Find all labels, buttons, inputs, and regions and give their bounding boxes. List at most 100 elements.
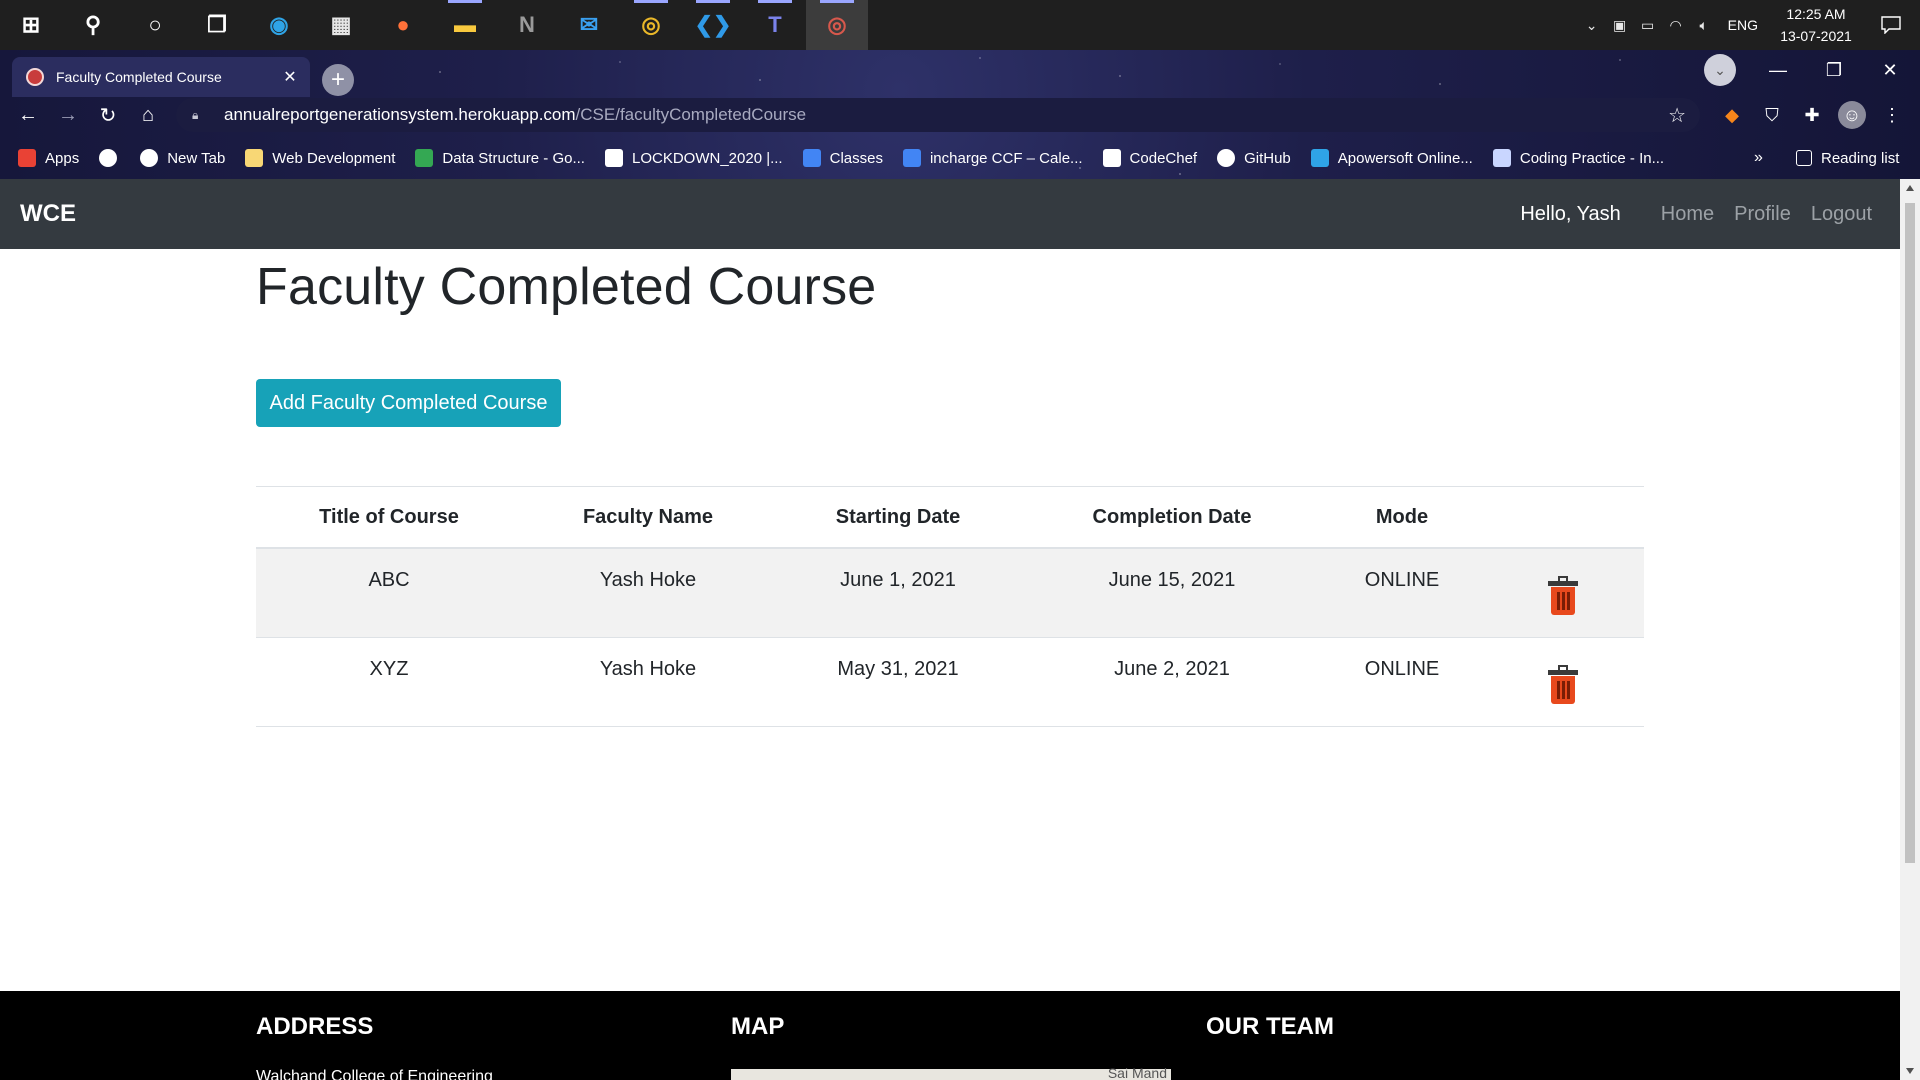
github-icon <box>1217 149 1236 167</box>
lock-icon[interactable]: 🔒︎ <box>192 108 204 122</box>
taskbar-apps: ⊞ ⚲ ○ ❐ ◉ ▦ ● ▬ N ✉ ◎ ❮❯ T ◎ <box>0 0 868 50</box>
wifi-icon[interactable]: ◠ <box>1662 0 1690 50</box>
vscode-icon[interactable]: ❮❯ <box>682 0 744 50</box>
back-icon[interactable]: ← <box>8 95 48 135</box>
browser-toolbar: ← → ↻ ⌂ 🔒︎ annualreportgenerationsystem.… <box>0 95 1920 135</box>
nav-logout-link[interactable]: Logout <box>1811 203 1872 226</box>
start-icon[interactable]: ⊞ <box>0 0 62 50</box>
chrome-icon[interactable]: ◎ <box>620 0 682 50</box>
nav-profile-link[interactable]: Profile <box>1734 203 1791 226</box>
chrome-profile-icon[interactable]: ◎ <box>806 0 868 50</box>
file-explorer-icon[interactable]: ▬ <box>434 0 496 50</box>
notion-icon[interactable]: N <box>496 0 558 50</box>
drive-icon <box>415 149 434 167</box>
bookmark-item[interactable]: Apowersoft Online... <box>1310 149 1473 167</box>
avatar[interactable]: ☺ <box>1838 101 1866 129</box>
reading-list-label: Reading list <box>1821 149 1900 167</box>
bookmark-item[interactable]: GitHub <box>1217 149 1291 167</box>
bookmark-item[interactable]: Apps <box>18 149 79 167</box>
reading-list-button[interactable]: Reading list <box>1796 150 1899 167</box>
restore-icon[interactable]: ❐ <box>1806 50 1862 90</box>
language-indicator[interactable]: ENG <box>1718 17 1770 33</box>
clock[interactable]: 12:25 AM 13-07-2021 <box>1770 3 1862 47</box>
bookmark-item[interactable]: Classes <box>802 149 883 167</box>
classroom-icon <box>802 149 821 167</box>
shield-icon[interactable]: ⛉ <box>1758 101 1786 129</box>
notion-icon-glyph: N <box>519 12 535 37</box>
bookmark-item[interactable]: New Tab <box>140 149 225 167</box>
footer-map-embed[interactable]: Sai Mand <box>731 1065 1171 1080</box>
url-host: annualreportgenerationsystem.herokuapp.c… <box>224 105 576 124</box>
globe-icon <box>99 149 118 167</box>
cortana-icon[interactable]: ○ <box>124 0 186 50</box>
store-icon[interactable]: ▦ <box>310 0 372 50</box>
tab-title: Faculty Completed Course <box>56 69 222 85</box>
footer-map-heading: MAP <box>731 1013 785 1040</box>
notification-icon[interactable] <box>1862 0 1920 50</box>
address-bar[interactable]: 🔒︎ annualreportgenerationsystem.herokuap… <box>176 98 1700 132</box>
delete-trash-icon[interactable] <box>1548 575 1578 615</box>
cell-faculty-name: Yash Hoke <box>599 569 697 591</box>
nav-home-link[interactable]: Home <box>1661 203 1714 226</box>
store-icon-glyph: ▦ <box>330 12 352 37</box>
college-logo-icon <box>26 68 44 86</box>
courses-table: Title of Course Faculty Name Starting Da… <box>256 486 1644 727</box>
forward-icon[interactable]: → <box>48 95 88 135</box>
footer-address-heading: ADDRESS <box>256 1013 374 1040</box>
bookmark-item[interactable] <box>99 149 126 167</box>
browser-chrome: Faculty Completed Course ✕ + ⌄ — ❐ ✕ ← →… <box>0 50 1920 179</box>
bookmark-item[interactable]: incharge CCF – Cale... <box>902 149 1083 167</box>
teams-icon[interactable]: T <box>744 0 806 50</box>
folder-icon <box>245 149 264 167</box>
url-path: /CSE/facultyCompletedCourse <box>575 105 807 124</box>
edge-icon[interactable]: ◉ <box>248 0 310 50</box>
bookmark-item[interactable]: Web Development <box>245 149 395 167</box>
reload-icon[interactable]: ↻ <box>88 95 128 135</box>
bookmark-label: CodeChef <box>1129 149 1198 167</box>
mail-icon[interactable]: ✉ <box>558 0 620 50</box>
menu-kebab-icon[interactable]: ⋮ <box>1878 101 1906 129</box>
scrollbar-thumb[interactable] <box>1905 203 1915 863</box>
delete-trash-icon[interactable] <box>1548 664 1578 704</box>
site-footer: ADDRESS MAP OUR TEAM Walchand College of… <box>0 991 1900 1080</box>
bookmark-item[interactable]: CodeChef <box>1102 149 1198 167</box>
header-title-of-course: Title of Course <box>319 505 459 528</box>
bookmark-item[interactable]: Data Structure - Go... <box>415 149 585 167</box>
edge-icon-glyph: ◉ <box>269 12 289 37</box>
brand-logo[interactable]: WCE <box>20 200 76 228</box>
chevron-up-icon[interactable]: ⌄ <box>1578 0 1606 50</box>
home-icon[interactable]: ⌂ <box>128 95 168 135</box>
cell-actions <box>1482 638 1644 710</box>
metamask-icon[interactable]: ◆ <box>1718 101 1746 129</box>
volume-icon[interactable]: 🔈︎ <box>1690 0 1718 50</box>
footer-address-text: Walchand College of Engineering <box>256 1068 493 1080</box>
add-faculty-completed-course-button[interactable]: Add Faculty Completed Course <box>256 379 561 427</box>
footer-team-heading: OUR TEAM <box>1206 1013 1334 1040</box>
teams-icon-glyph: T <box>768 12 782 37</box>
camera-icon[interactable]: ▣ <box>1606 0 1634 50</box>
header-starting-date: Starting Date <box>835 505 961 528</box>
close-icon[interactable]: ✕ <box>280 67 300 87</box>
close-window-icon[interactable]: ✕ <box>1862 50 1918 90</box>
scroll-down-arrow-icon[interactable] <box>1906 1068 1914 1074</box>
bookmarks-more-icon[interactable]: » <box>1754 149 1763 167</box>
search-icon[interactable]: ⚲ <box>62 0 124 50</box>
tab-faculty-completed-course[interactable]: Faculty Completed Course ✕ <box>12 57 310 97</box>
bookmark-label: LOCKDOWN_2020 |... <box>631 149 783 167</box>
task-view-icon[interactable]: ❐ <box>186 0 248 50</box>
page-scrollbar[interactable] <box>1900 179 1920 1080</box>
tab-search-icon[interactable]: ⌄ <box>1704 54 1736 86</box>
greeting: Hello, Yash <box>1520 202 1621 225</box>
clock-time: 12:25 AM <box>1786 6 1846 22</box>
bookmark-star-icon[interactable]: ☆ <box>1668 103 1686 128</box>
battery-icon[interactable]: ▭ <box>1634 0 1662 50</box>
firefox-icon[interactable]: ● <box>372 0 434 50</box>
minimize-icon[interactable]: — <box>1750 50 1806 90</box>
extensions-puzzle-icon[interactable]: ✚ <box>1798 101 1826 129</box>
scroll-up-arrow-icon[interactable] <box>1906 185 1914 191</box>
bookmark-item[interactable]: Coding Practice - In... <box>1492 149 1664 167</box>
calendar-icon <box>902 149 921 167</box>
site-navbar: WCE Hello, Yash Home Profile Logout <box>0 179 1900 249</box>
bookmark-item[interactable]: LOCKDOWN_2020 |... <box>604 149 783 167</box>
new-tab-button[interactable]: + <box>322 64 354 96</box>
